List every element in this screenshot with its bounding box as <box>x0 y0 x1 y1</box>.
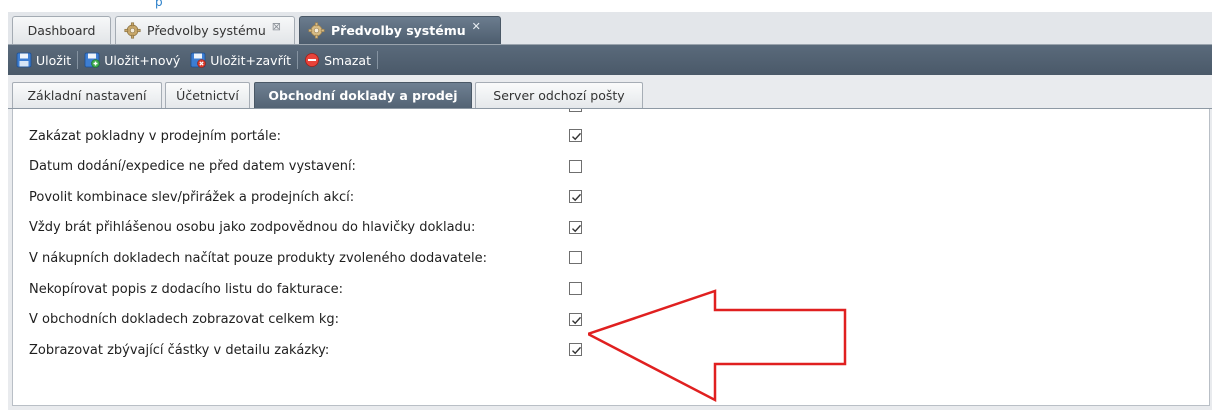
tab-outgoing-mail-server[interactable]: Server odchozí pošty <box>475 82 643 108</box>
setting-checkbox[interactable] <box>569 282 582 295</box>
save-close-button[interactable]: Uložit+zavřít <box>185 48 296 72</box>
settings-row: Povolit kombinace slev/přirážek a prodej… <box>29 183 609 211</box>
gear-icon <box>308 22 325 39</box>
delete-button[interactable]: Smazat <box>299 48 376 72</box>
top-strip: p <box>0 0 1212 12</box>
close-icon[interactable]: ✕ <box>472 20 481 33</box>
setting-checkbox[interactable] <box>569 312 582 326</box>
tab-label: Obchodní doklady a prodej <box>268 88 458 103</box>
delete-icon <box>304 52 320 68</box>
settings-row: Datum dodání/expedice ne před datem vyst… <box>29 153 609 181</box>
tab-system-preferences-1[interactable]: Předvolby systému ⊠ <box>115 16 295 44</box>
save-label: Uložit <box>36 52 72 68</box>
delete-label: Smazat <box>324 52 371 68</box>
settings-row: Zakázat pokladny v prodejním portále: <box>29 122 609 150</box>
settings-row: Vždy brát přihlášenou osobu jako zodpově… <box>29 214 609 242</box>
checkmark-icon <box>572 316 582 324</box>
app-window: Dashboard Předvolby systému ⊠ Předvolby … <box>8 12 1212 410</box>
checkmark-icon <box>572 224 582 232</box>
setting-checkbox[interactable] <box>569 159 582 173</box>
settings-tab-bar: Základní nastavení Účetnictví Obchodní d… <box>8 75 1212 109</box>
toolbar-divider <box>297 51 299 69</box>
setting-checkbox[interactable] <box>569 129 582 142</box>
setting-checkbox-partial[interactable] <box>569 109 582 112</box>
toolbar: Uložit Uložit+nový Uložit+zavřít Smazat <box>8 45 1212 75</box>
floppy-disk-add-icon <box>84 52 101 68</box>
save-new-label: Uložit+nový <box>104 52 181 68</box>
setting-checkbox[interactable] <box>569 220 582 234</box>
tab-system-preferences-2[interactable]: Předvolby systému ✕ <box>299 16 501 44</box>
tab-accounting[interactable]: Účetnictví <box>165 82 250 108</box>
setting-checkbox[interactable] <box>569 251 582 265</box>
gear-icon <box>124 22 141 39</box>
main-tab-bar: Dashboard Předvolby systému ⊠ Předvolby … <box>8 12 1212 45</box>
save-close-label: Uložit+zavřít <box>210 52 292 68</box>
floppy-disk-close-icon <box>190 52 207 68</box>
setting-label: Povolit kombinace slev/přirážek a prodej… <box>29 189 355 205</box>
settings-row: Zobrazovat zbývající částky v detailu za… <box>29 336 609 364</box>
settings-row: V nákupních dokladech načítat pouze prod… <box>29 244 609 272</box>
tab-label: Dashboard <box>27 23 96 38</box>
checkmark-icon <box>572 347 582 355</box>
setting-checkbox[interactable] <box>569 190 582 204</box>
tab-label: Účetnictví <box>176 88 239 103</box>
toolbar-divider <box>77 51 79 69</box>
setting-label-partial: · · · · · · · · · · · · · · · <box>29 109 559 114</box>
save-new-button[interactable]: Uložit+nový <box>79 48 185 72</box>
setting-label: Nekopírovat popis z dodacího listu do fa… <box>29 281 343 297</box>
checkmark-icon <box>572 194 582 202</box>
annotation-arrow <box>588 289 847 403</box>
setting-label: V obchodních dokladech zobrazovat celkem… <box>29 312 340 328</box>
toolbar-divider <box>376 51 378 69</box>
tab-label: Předvolby systému <box>331 23 466 38</box>
save-button[interactable]: Uložit <box>11 48 76 72</box>
close-icon[interactable]: ⊠ <box>272 20 281 33</box>
setting-label: Datum dodání/expedice ne před datem vyst… <box>29 159 356 175</box>
setting-checkbox[interactable] <box>569 343 582 357</box>
setting-label: Zobrazovat zbývající částky v detailu za… <box>29 342 330 358</box>
setting-label: Zakázat pokladny v prodejním portále: <box>29 128 281 144</box>
tab-label: Předvolby systému <box>147 23 266 38</box>
floppy-disk-icon <box>16 52 32 68</box>
tab-basic-settings[interactable]: Základní nastavení <box>12 82 162 108</box>
settings-row: Nekopírovat popis z dodacího listu do fa… <box>29 275 609 303</box>
tab-dashboard[interactable]: Dashboard <box>12 16 111 44</box>
checkmark-icon <box>572 132 582 141</box>
setting-label: V nákupních dokladech načítat pouze prod… <box>29 250 487 266</box>
setting-label: Vždy brát přihlášenou osobu jako zodpově… <box>29 220 476 236</box>
tab-label: Server odchozí pošty <box>493 88 625 103</box>
settings-row-partial: · · · · · · · · · · · · · · · <box>29 109 609 120</box>
settings-row: V obchodních dokladech zobrazovat celkem… <box>29 306 609 334</box>
cutoff-link-fragment: p <box>155 0 163 9</box>
tab-business-documents[interactable]: Obchodní doklady a prodej <box>254 82 472 108</box>
tab-label: Základní nastavení <box>27 88 147 103</box>
